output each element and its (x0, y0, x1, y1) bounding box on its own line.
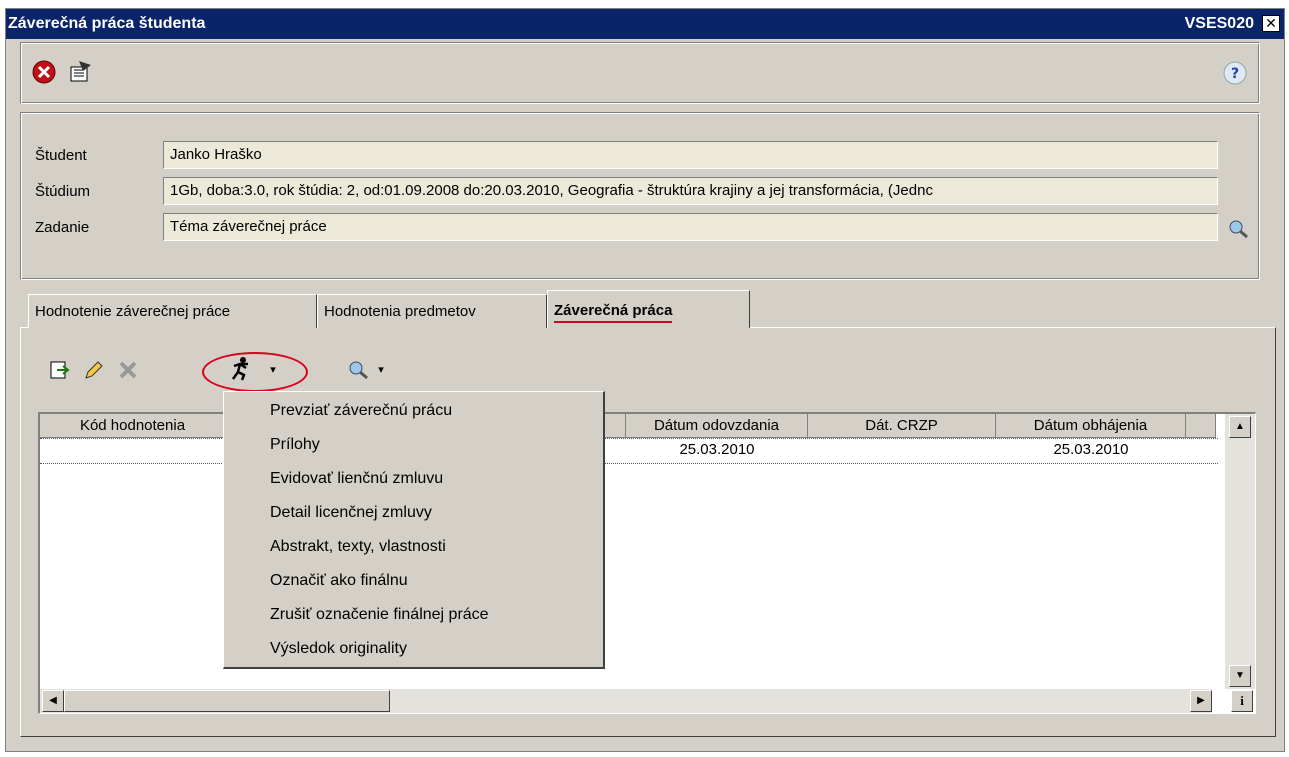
import-icon[interactable] (48, 358, 72, 382)
records-table: Kód hodnotenia Dátum odovzdania Dát. CRZ… (38, 412, 1256, 714)
menu-item-prilohy[interactable]: Prílohy (270, 428, 320, 462)
tab-hodnotenia-predmetov[interactable]: Hodnotenia predmetov (317, 294, 547, 328)
zadanie-label: Zadanie (35, 219, 90, 236)
search-tool-icon[interactable] (346, 358, 370, 382)
help-icon[interactable]: ? (1221, 59, 1249, 87)
lookup-icon[interactable] (1226, 217, 1250, 241)
column-header-dat-crzp[interactable]: Dát. CRZP (808, 414, 996, 438)
vertical-scrollbar[interactable]: ▲ ▼ (1225, 414, 1255, 689)
menu-item-abstrakt[interactable]: Abstrakt, texty, vlastnosti (270, 530, 446, 564)
main-toolbar: ? (20, 42, 1260, 104)
column-header-extra (1186, 414, 1216, 438)
menu-item-detail-zmluvy[interactable]: Detail licenčnej zmluvy (270, 496, 432, 530)
exit-icon[interactable] (31, 59, 57, 85)
tab-label: Hodnotenie záverečnej práce (35, 303, 231, 320)
filter-icon[interactable] (67, 59, 93, 85)
info-icon[interactable]: i (1231, 690, 1253, 712)
window-title: Záverečná práca študenta (8, 15, 206, 32)
highlight-annotation (202, 352, 308, 392)
window-code: VSES020 (1184, 15, 1254, 32)
menu-item-evidovat-zmluvu[interactable]: Evidovať lienčnú zmluvu (270, 462, 443, 496)
studium-field: 1Gb, doba:3.0, rok štúdia: 2, od:01.09.2… (163, 177, 1218, 205)
search-dropdown-icon[interactable]: ▾ (372, 358, 390, 382)
cell-datum-obhajenia: 25.03.2010 (1053, 441, 1129, 458)
student-field: Janko Hraško (163, 141, 1218, 169)
studium-label: Štúdium (35, 183, 91, 200)
scroll-right-icon[interactable]: ▶ (1190, 690, 1212, 712)
close-icon[interactable]: ✕ (1262, 15, 1280, 32)
title-bar: Záverečná práca študenta VSES020 ✕ (6, 9, 1284, 39)
menu-item-oznacit-finalnu[interactable]: Označiť ako finálnu (270, 564, 408, 598)
zadanie-field: Téma záverečnej práce (163, 213, 1218, 241)
student-info-panel: Študent Janko Hraško Štúdium 1Gb, doba:3… (20, 112, 1260, 280)
scroll-left-icon[interactable]: ◀ (42, 690, 64, 712)
cell-datum-odovzdania: 25.03.2010 (679, 441, 755, 458)
student-label: Študent (35, 147, 87, 164)
column-header-datum-odovzdania[interactable]: Dátum odovzdania (626, 414, 808, 438)
svg-text:?: ? (1231, 66, 1239, 82)
scroll-thumb[interactable] (64, 690, 390, 712)
scroll-down-icon[interactable]: ▼ (1229, 665, 1251, 687)
horizontal-scrollbar[interactable]: ◀ ▶ (40, 689, 1212, 713)
menu-item-prevziat[interactable]: Prevziať záverečnú prácu (270, 394, 452, 428)
tab-label: Hodnotenia predmetov (324, 303, 476, 320)
tab-zaverecna-praca[interactable]: Záverečná práca (547, 290, 750, 328)
table-row[interactable]: 25.03.2010 25.03.2010 (40, 438, 1218, 464)
menu-item-vysledok-originality[interactable]: Výsledok originality (270, 632, 407, 666)
scroll-up-icon[interactable]: ▲ (1229, 416, 1251, 438)
menu-item-zrusit-oznacenie[interactable]: Zrušiť označenie finálnej práce (270, 598, 489, 632)
tab-hodnotenie-zaverecnej-prace[interactable]: Hodnotenie záverečnej práce (28, 294, 317, 328)
action-dropdown-menu: Prevziať záverečnú prácu Prílohy Evidova… (223, 391, 605, 669)
delete-icon[interactable] (116, 358, 140, 382)
tab-label: Záverečná práca (554, 302, 673, 323)
column-header-kod-hodnotenia[interactable]: Kód hodnotenia (40, 414, 226, 438)
edit-pencil-icon[interactable] (82, 358, 106, 382)
column-header-datum-obhajenia[interactable]: Dátum obhájenia (996, 414, 1186, 438)
